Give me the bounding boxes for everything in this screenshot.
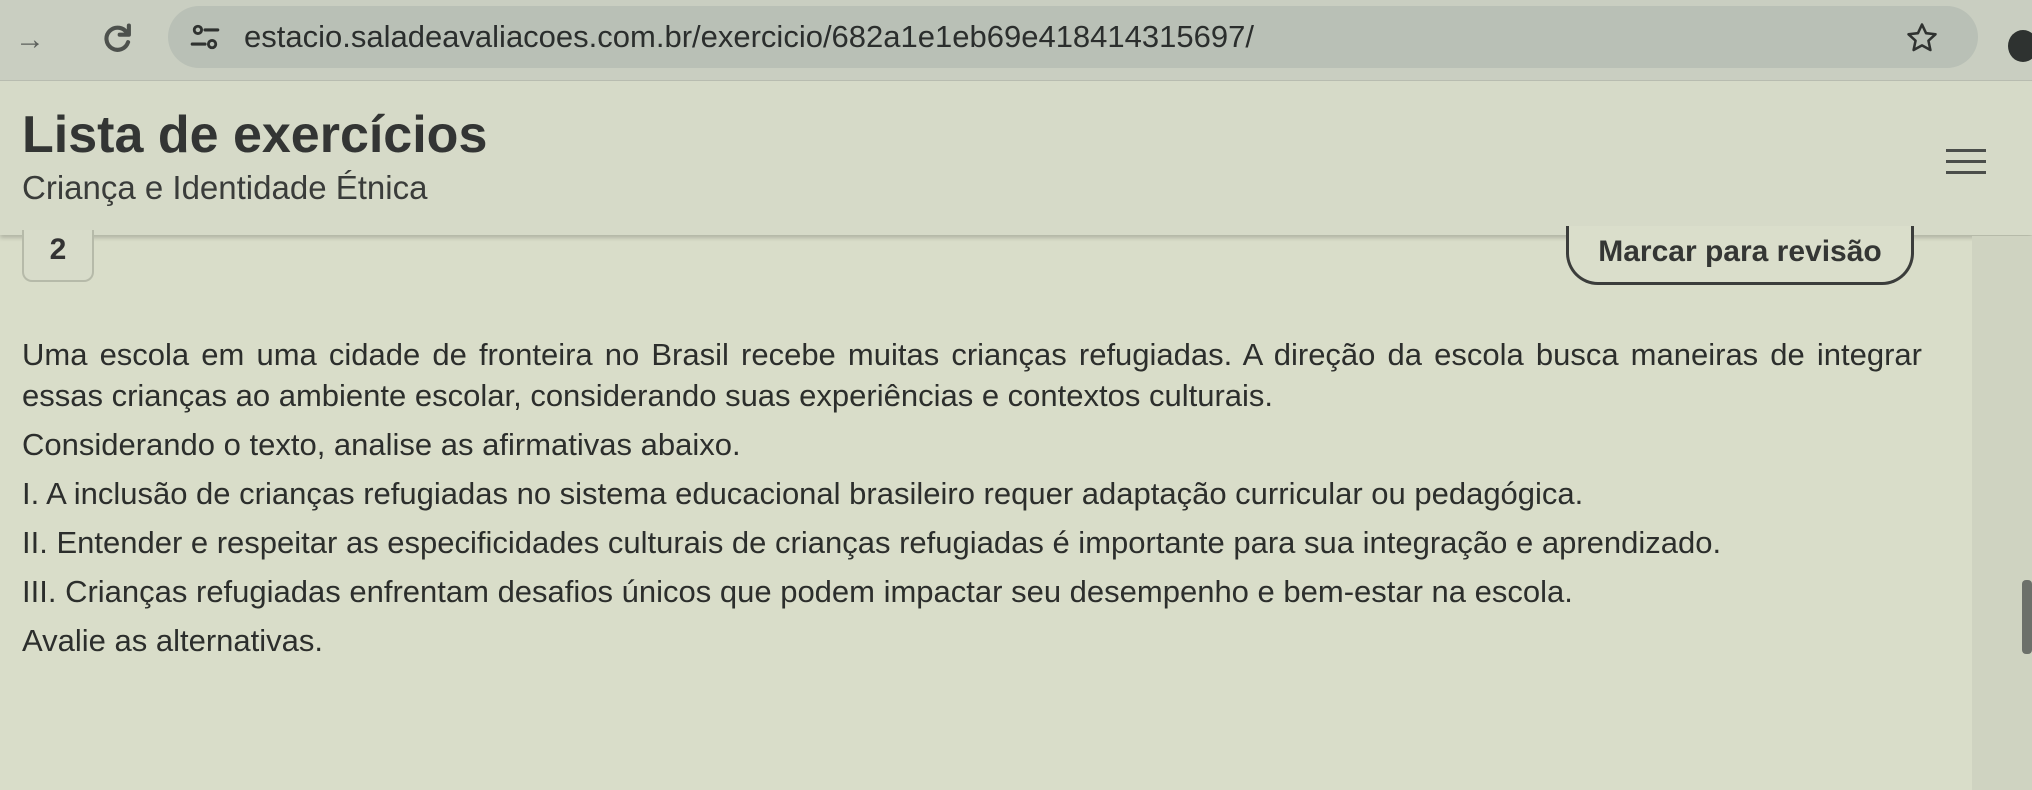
hamburger-menu-icon[interactable]: [1944, 143, 1988, 181]
statement-item: III. Crianças refugiadas enfrentam desaf…: [22, 574, 1573, 609]
question-paragraph: Considerando o texto, analise as afirmat…: [22, 427, 741, 462]
address-bar[interactable]: estacio.saladeavaliacoes.com.br/exercici…: [168, 6, 1978, 68]
mark-for-review-button[interactable]: Marcar para revisão: [1566, 226, 1914, 285]
question-number-badge[interactable]: 2: [22, 230, 94, 282]
forward-arrow-icon[interactable]: →: [12, 22, 48, 58]
browser-toolbar: → estacio.saladeavaliacoes.com.br/exerci…: [0, 0, 2032, 81]
url-text[interactable]: estacio.saladeavaliacoes.com.br/exercici…: [244, 19, 1254, 55]
statement-item: II. Entender e respeitar as especificida…: [22, 525, 1722, 560]
page-title: Lista de exercícios: [22, 106, 488, 164]
profile-avatar-icon[interactable]: [2008, 30, 2032, 62]
scrollbar-track[interactable]: [1972, 236, 2032, 790]
star-icon[interactable]: [1904, 20, 1940, 56]
tune-icon[interactable]: [188, 20, 222, 54]
page-header: Lista de exercícios Criança e Identidade…: [0, 81, 2032, 235]
statement-item: I. A inclusão de crianças refugiadas no …: [22, 476, 1584, 511]
scrollbar-thumb[interactable]: [2022, 580, 2032, 654]
question-paragraph: Avalie as alternativas.: [22, 623, 323, 658]
reload-icon[interactable]: [98, 20, 136, 58]
question-statement: Uma escola em uma cidade de fronteira no…: [22, 334, 1922, 669]
page-subtitle: Criança e Identidade Étnica: [22, 169, 428, 206]
question-paragraph: Uma escola em uma cidade de fronteira no…: [22, 337, 1922, 413]
